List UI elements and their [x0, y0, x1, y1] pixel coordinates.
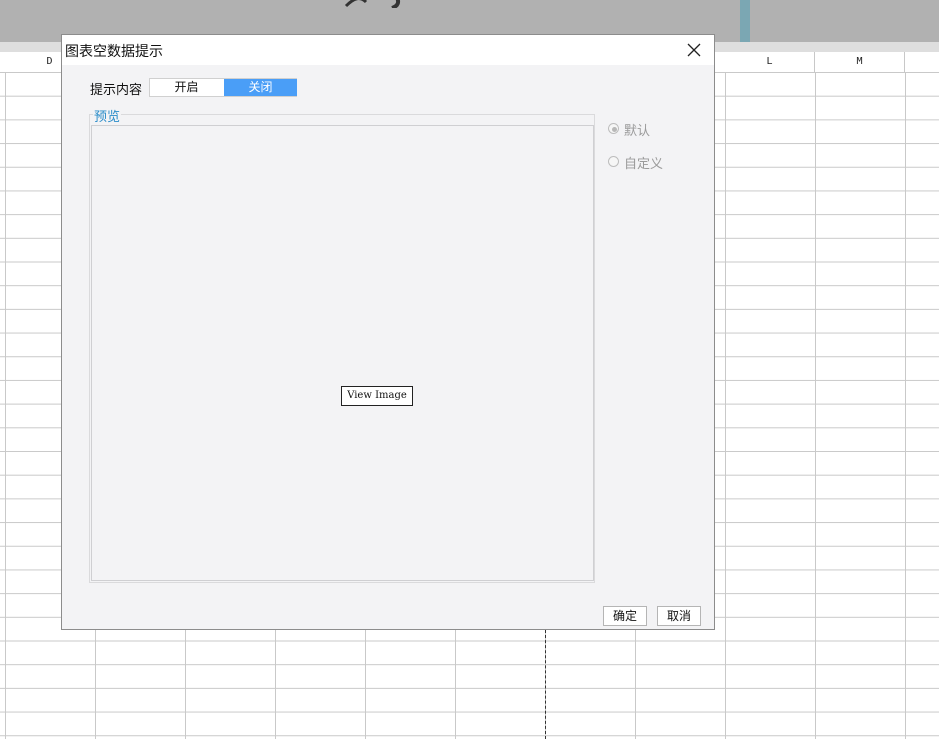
- page-break-line: [545, 630, 546, 739]
- tip-toggle: 开启 关闭: [149, 78, 297, 97]
- radio-unchecked-icon: [608, 156, 619, 167]
- preview-area: View Image: [91, 125, 594, 581]
- view-image-button[interactable]: View Image: [341, 386, 413, 406]
- decorative-stroke-icon: [344, 0, 401, 8]
- preview-legend: 预览: [93, 106, 122, 125]
- dialog-titlebar[interactable]: 图表空数据提示: [62, 35, 714, 65]
- toggle-off-button[interactable]: 关闭: [224, 79, 297, 96]
- default-radio-label: 默认: [624, 124, 651, 139]
- ok-button[interactable]: 确定: [603, 606, 647, 626]
- cancel-button[interactable]: 取消: [657, 606, 701, 626]
- radio-checked-icon: [608, 123, 619, 134]
- empty-data-tip-dialog: 图表空数据提示 提示内容 开启 关闭 预览 View Image 默认 自定义 …: [61, 34, 715, 630]
- dialog-title: 图表空数据提示: [65, 44, 163, 60]
- tip-content-label: 提示内容: [90, 83, 143, 98]
- banner-accent-bar: [740, 0, 750, 42]
- close-button[interactable]: [680, 37, 708, 63]
- close-icon: [687, 43, 701, 57]
- custom-radio-label: 自定义: [624, 157, 664, 172]
- column-header-l[interactable]: L: [725, 52, 815, 72]
- toggle-on-button[interactable]: 开启: [150, 79, 223, 96]
- column-header-m[interactable]: M: [815, 52, 905, 72]
